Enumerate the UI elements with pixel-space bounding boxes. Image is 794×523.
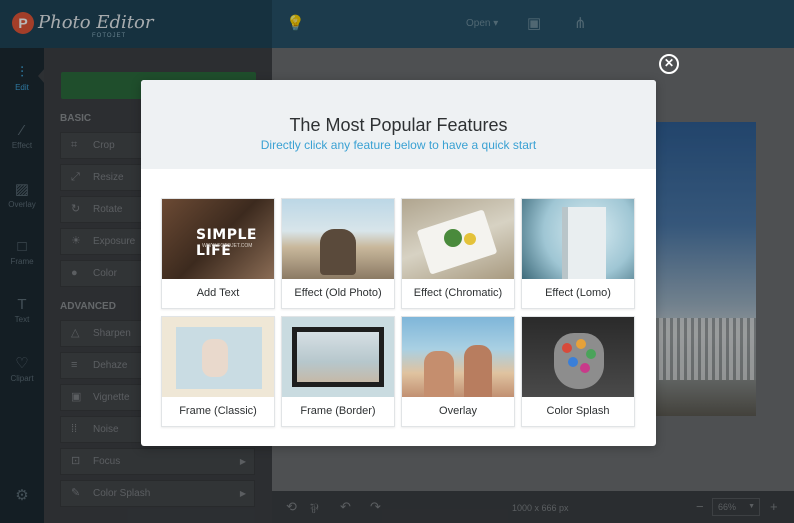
card-label: Color Splash: [546, 405, 610, 417]
thumb-person: [464, 345, 492, 397]
thumbnail: [522, 317, 634, 397]
thumbnail: [402, 317, 514, 397]
thumb-fruit: [444, 229, 462, 247]
thumbnail: [282, 199, 394, 279]
card-label: Frame (Classic): [179, 405, 257, 417]
card-label: Effect (Lomo): [545, 287, 611, 299]
thumbnail: [522, 199, 634, 279]
thumb-pencil: [586, 349, 596, 359]
thumb-pencil: [568, 357, 578, 367]
thumb-baby: [202, 339, 228, 377]
feature-card-overlay[interactable]: Overlay: [401, 316, 515, 427]
feature-card-chromatic[interactable]: Effect (Chromatic): [401, 198, 515, 309]
thumb-pencil: [562, 343, 572, 353]
card-label: Effect (Chromatic): [413, 287, 503, 299]
thumb-figure: [320, 229, 356, 275]
feature-card-color-splash[interactable]: Color Splash: [521, 316, 635, 427]
thumbnail: [402, 199, 514, 279]
close-icon: ✕: [663, 56, 675, 70]
card-label: Effect (Old Photo): [294, 287, 382, 299]
card-label: Overlay: [439, 405, 477, 417]
thumb-pencil: [580, 363, 590, 373]
thumb-fruit: [464, 233, 476, 245]
feature-card-frame-border[interactable]: Frame (Border): [281, 316, 395, 427]
card-label: Add Text: [196, 287, 240, 299]
thumb-pencil: [576, 339, 586, 349]
thumb-subtext: WWW.FOTOJET.COM: [202, 243, 253, 249]
feature-card-add-text[interactable]: SIMPLE LIFE WWW.FOTOJET.COM Add Text: [161, 198, 275, 309]
thumb-building: [562, 207, 606, 279]
feature-card-lomo[interactable]: Effect (Lomo): [521, 198, 635, 309]
modal-title: The Most Popular Features: [289, 115, 508, 135]
feature-card-frame-classic[interactable]: Frame (Classic): [161, 316, 275, 427]
modal-header: The Most Popular Features Directly click…: [141, 80, 656, 169]
thumbnail: SIMPLE LIFE WWW.FOTOJET.COM: [162, 199, 274, 279]
features-modal: The Most Popular Features Directly click…: [141, 80, 656, 446]
card-label: Frame (Border): [300, 405, 376, 417]
thumb-frame: [292, 327, 384, 387]
modal-subtitle: Directly click any feature below to have…: [260, 138, 537, 152]
thumbnail: [162, 317, 274, 397]
thumbnail: [282, 317, 394, 397]
feature-card-old-photo[interactable]: Effect (Old Photo): [281, 198, 395, 309]
thumb-person: [424, 351, 454, 397]
close-modal-button[interactable]: ✕: [659, 54, 679, 74]
